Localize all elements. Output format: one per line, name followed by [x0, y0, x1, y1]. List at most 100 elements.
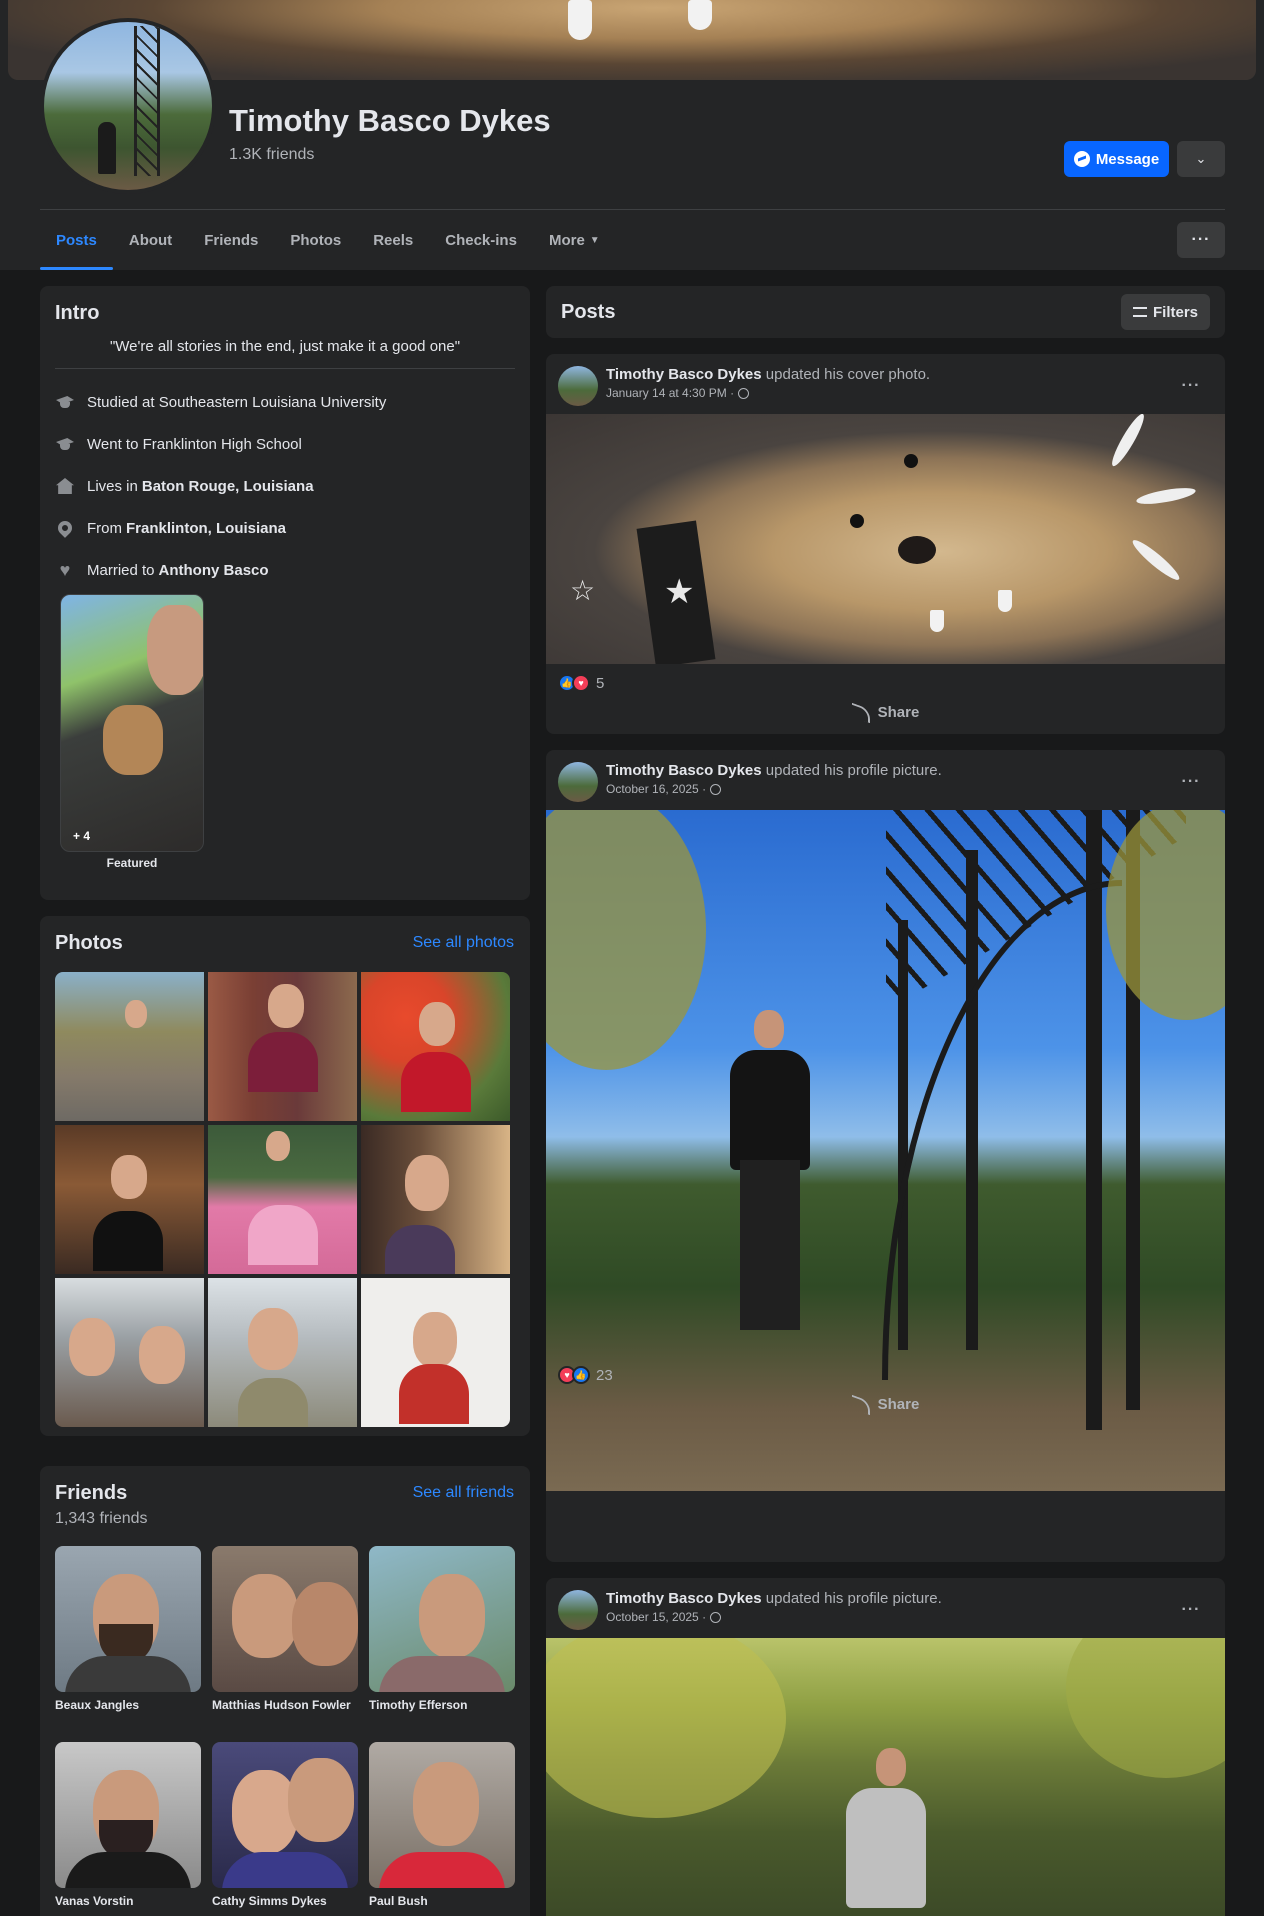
intro-text: Married to [87, 561, 155, 579]
cover-fang [688, 0, 712, 30]
friend-name[interactable]: Cathy Simms Dykes [212, 1894, 358, 1908]
tab-more[interactable]: More ▼ [533, 210, 616, 270]
home-icon [55, 476, 75, 496]
intro-link[interactable]: Baton Rouge, Louisiana [142, 478, 314, 495]
post-reactions[interactable]: ♥ 👍 23 [558, 1366, 613, 1384]
see-all-photos-link[interactable]: See all photos [413, 934, 514, 952]
intro-link[interactable]: Franklinton, Louisiana [126, 520, 286, 537]
tab-label: Friends [204, 231, 259, 249]
featured-collection[interactable]: + 4 [60, 594, 204, 852]
intro-text: From [87, 519, 122, 537]
bio-divider [55, 368, 515, 369]
tab-label: Reels [373, 231, 414, 249]
friend-tile[interactable]: Beaux Jangles [55, 1546, 201, 1712]
see-all-friends-link[interactable]: See all friends [413, 1484, 514, 1502]
post-image-cover[interactable]: ★ ☆ [546, 414, 1225, 664]
tab-friends[interactable]: Friends [188, 210, 274, 270]
filters-button[interactable]: Filters [1120, 294, 1210, 330]
post-author[interactable]: Timothy Basco Dykes [606, 1590, 762, 1607]
posts-header: Posts Filters [546, 286, 1225, 338]
friend-name[interactable]: Vanas Vorstin [55, 1894, 201, 1908]
post-avatar[interactable] [558, 762, 598, 802]
post-more-button[interactable]: ··· [1173, 764, 1209, 800]
friend-tile[interactable]: Vanas Vorstin [55, 1742, 201, 1908]
photos-title: Photos [55, 932, 123, 954]
photo-grid [55, 972, 514, 1427]
share-button[interactable]: Share [546, 1394, 1225, 1415]
globe-icon [738, 387, 750, 399]
globe-icon [710, 1611, 722, 1623]
friend-photo [212, 1546, 358, 1692]
post-date: January 14 at 4:30 PM · [606, 386, 750, 400]
post-image-profile[interactable] [546, 810, 1225, 1491]
post-image-profile[interactable] [546, 1638, 1225, 1916]
tree-foliage [1066, 1638, 1225, 1778]
friends-title: Friends [55, 1482, 128, 1504]
share-label: Share [877, 1396, 920, 1413]
tab-posts[interactable]: Posts [40, 210, 113, 270]
post-date-text[interactable]: October 16, 2025 · [606, 782, 706, 796]
photo-thumb[interactable] [55, 1278, 204, 1427]
tab-label: Check-ins [445, 231, 517, 249]
friend-photo [55, 1546, 201, 1692]
messenger-icon [1073, 151, 1090, 167]
friend-photo [369, 1546, 515, 1692]
tree-foliage [546, 810, 706, 1070]
image-nose [898, 536, 936, 564]
photos-card: Photos See all photos [40, 916, 530, 1436]
chevron-down-icon: ⌄ [1195, 151, 1207, 166]
profile-avatar[interactable] [40, 18, 216, 194]
image-eye [850, 514, 864, 528]
tab-label: Posts [56, 231, 97, 249]
friend-name[interactable]: Paul Bush [369, 1894, 515, 1908]
tab-about[interactable]: About [113, 210, 188, 270]
photo-thumb[interactable] [208, 972, 357, 1121]
post-action: updated his profile picture. [761, 1590, 942, 1607]
friend-tile[interactable]: Paul Bush [369, 1742, 515, 1908]
message-label: Message [1095, 150, 1160, 168]
friend-name[interactable]: Matthias Hudson Fowler [212, 1698, 358, 1712]
message-button[interactable]: Message [1064, 141, 1169, 177]
post-avatar[interactable] [558, 366, 598, 406]
post-date-text[interactable]: October 15, 2025 · [606, 1610, 706, 1624]
photo-thumb[interactable] [361, 1125, 510, 1274]
post-date-text[interactable]: January 14 at 4:30 PM · [606, 386, 734, 400]
photo-thumb[interactable] [361, 972, 510, 1121]
tab-photos[interactable]: Photos [274, 210, 357, 270]
tab-reels[interactable]: Reels [357, 210, 429, 270]
tab-check-ins[interactable]: Check-ins [429, 210, 533, 270]
photo-thumb[interactable] [208, 1125, 357, 1274]
post-avatar[interactable] [558, 1590, 598, 1630]
post-reactions[interactable]: 👍 ♥ 5 [558, 674, 604, 692]
post-author[interactable]: Timothy Basco Dykes [606, 366, 762, 383]
photo-thumb[interactable] [55, 972, 204, 1121]
intro-link[interactable]: Anthony Basco [159, 562, 269, 579]
image-eye [904, 454, 918, 468]
image-star: ★ [664, 573, 695, 611]
tree-foliage [546, 1638, 786, 1818]
post-more-button[interactable]: ··· [1173, 368, 1209, 404]
friend-name[interactable]: Beaux Jangles [55, 1698, 201, 1712]
friend-tile[interactable]: Timothy Efferson [369, 1546, 515, 1712]
friend-count[interactable]: 1.3K friends [229, 146, 314, 164]
post-more-button[interactable]: ··· [1173, 1592, 1209, 1628]
intro-lives-in: Lives in Baton Rouge, Louisiana [55, 476, 314, 496]
profile-dropdown-button[interactable]: ⌄ [1177, 141, 1225, 177]
profile-tabs: Posts About Friends Photos Reels Check-i… [40, 210, 616, 270]
tab-label: More [548, 231, 585, 249]
intro-text[interactable]: Studied at Southeastern Louisiana Univer… [87, 394, 386, 411]
friend-tile[interactable]: Cathy Simms Dykes [212, 1742, 358, 1908]
intro-text[interactable]: Went to Franklinton High School [87, 436, 302, 453]
photo-thumb[interactable] [55, 1125, 204, 1274]
avatar-person [98, 122, 116, 174]
friend-name[interactable]: Timothy Efferson [369, 1698, 515, 1712]
profile-more-button[interactable]: ··· [1177, 222, 1225, 258]
friend-tile[interactable]: Matthias Hudson Fowler [212, 1546, 358, 1712]
photo-thumb[interactable] [208, 1278, 357, 1427]
bridge-tower [134, 26, 160, 176]
share-label: Share [877, 704, 920, 721]
like-reaction-icon: 👍 [572, 1366, 590, 1384]
share-button[interactable]: Share [546, 702, 1225, 723]
photo-thumb[interactable] [361, 1278, 510, 1427]
post-author[interactable]: Timothy Basco Dykes [606, 762, 762, 779]
